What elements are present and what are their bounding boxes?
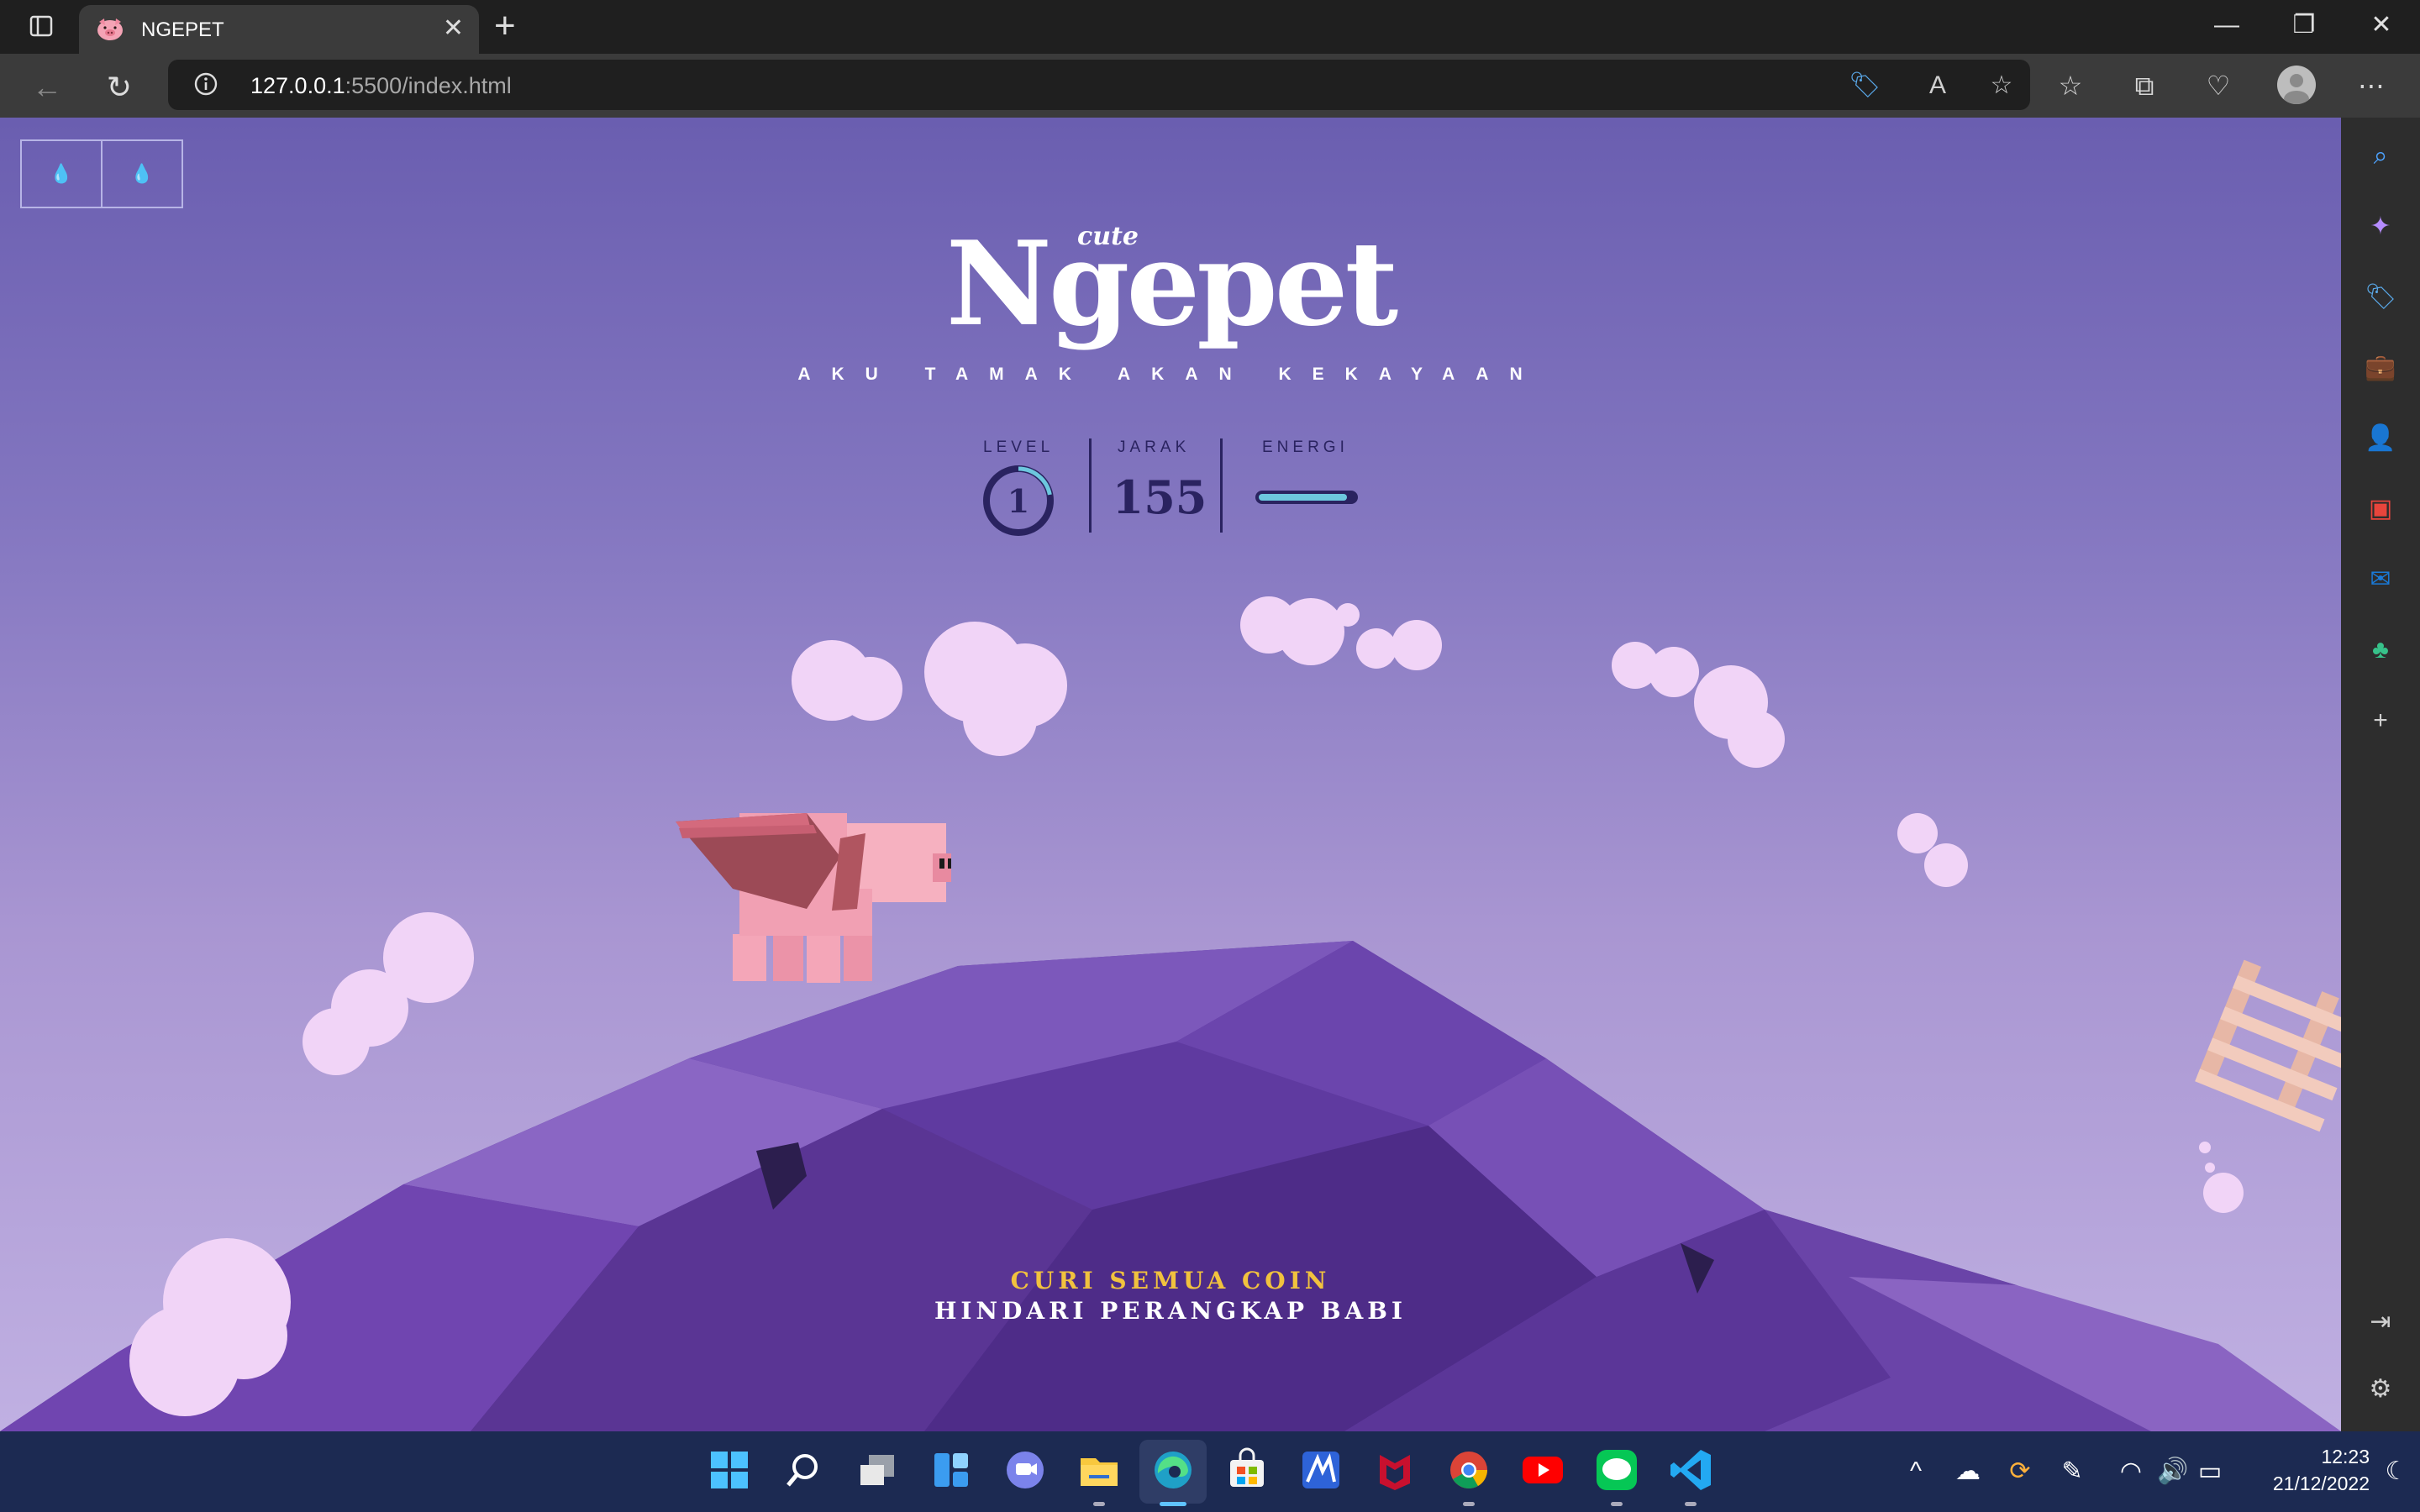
clock-time: 12:23 [2321,1446,2370,1467]
edge-browser-icon[interactable] [1150,1446,1197,1494]
running-indicator [1093,1502,1105,1506]
tab-actions-icon[interactable] [29,13,54,39]
drop-slot-1[interactable]: 💧 [22,141,103,207]
hud-separator [1220,438,1223,533]
hud-separator [1089,438,1092,533]
tab-close-button[interactable]: ✕ [443,15,464,42]
energy-bar-fill [1259,494,1347,501]
youtube-icon[interactable] [1519,1446,1566,1494]
instruction-line-2: HINDARI PERANGKAP BABI [934,1297,1407,1325]
water-drop-icon: 💧 [50,163,73,184]
copilot-sparkle-icon[interactable]: ✦ [2364,210,2397,244]
minimize-button[interactable]: — [2202,8,2252,42]
sidebar-settings-gear-icon[interactable]: ⚙ [2364,1373,2397,1406]
browser-title-bar: NGEPET ✕ + — ❐ ✕ [0,0,2420,54]
battery-icon[interactable]: ▭ [2191,1455,2228,1488]
volume-icon[interactable]: 🔊 [2154,1455,2191,1488]
file-explorer-icon[interactable] [1076,1446,1123,1494]
profile-avatar[interactable] [2277,66,2316,104]
app-maker-icon[interactable] [1297,1446,1344,1494]
wifi-icon[interactable]: ◠ [2112,1455,2149,1488]
microsoft-store-icon[interactable] [1223,1446,1270,1494]
search-icon[interactable]: ⌕ [2364,139,2397,173]
taskbar-search-icon[interactable] [780,1446,827,1494]
running-indicator [1611,1502,1623,1506]
ladder-trap [2195,959,2341,1132]
outlook-icon[interactable]: ✉ [2364,563,2397,596]
browser-essentials-icon[interactable]: ♡ [2202,69,2235,102]
url-path: :5500/index.html [345,73,512,98]
add-favorite-icon[interactable]: ☆ [1986,71,2017,100]
running-indicator [1463,1502,1475,1506]
water-drop-icon: 💧 [130,163,154,184]
favorites-icon[interactable]: ☆ [2054,69,2087,102]
address-bar[interactable]: 127.0.0.1:5500/index.html 🏷 A ☆ [168,60,2030,110]
onedrive-cloud-icon[interactable]: ☁ [1949,1455,1986,1488]
clock-date: 21/12/2022 [2272,1473,2370,1494]
url-host: 127.0.0.1 [250,73,345,98]
line-app-icon[interactable] [1593,1446,1640,1494]
tab-title: NGEPET [141,18,224,41]
do-not-disturb-moon-icon[interactable]: ☾ [2378,1455,2415,1488]
widgets-icon[interactable] [928,1446,975,1494]
game-viewport[interactable]: 💧 💧 Ngepet cute AKU TAMAK AKAN KEKAYAAN … [0,118,2341,1431]
distance-value: 155 [1112,470,1207,524]
shopping-tag-icon[interactable]: 🏷 [2364,281,2397,314]
top-left-control-box: 💧 💧 [20,139,183,208]
flying-pig-character [676,813,951,983]
system-clock[interactable]: 12:23 21/12/2022 [2244,1443,2370,1497]
game-title-small: cute [1077,222,1139,251]
pig-favicon-icon [97,18,123,40]
cloud [302,912,474,1075]
level-value: 1 [1007,482,1029,520]
cloud [1240,596,1442,670]
game-title: Ngepet [945,215,1398,352]
cloud [1612,642,1785,768]
new-tab-button[interactable]: + [494,7,516,45]
vscode-icon[interactable] [1667,1446,1714,1494]
restore-button[interactable]: ❐ [2279,8,2329,42]
mcafee-icon[interactable] [1371,1446,1418,1494]
teams-chat-icon[interactable] [1002,1446,1049,1494]
windows-taskbar: ^ ☁ ⟳ ✎ ◠ 🔊 ▭ 12:23 21/12/2022 ☾ [0,1431,2420,1512]
game-tagline: AKU TAMAK AKAN KEKAYAAN [797,365,1544,384]
pen-menu-icon[interactable]: ✎ [2054,1455,2091,1488]
coupon-tag-icon[interactable]: 🏷 [1849,71,1881,100]
refresh-icon[interactable]: ↻ [101,69,138,106]
running-indicator [1685,1502,1697,1506]
add-sidebar-app-icon[interactable]: + [2364,704,2397,738]
energy-bar [1255,491,1358,504]
level-label: LEVEL [983,438,1055,456]
sync-update-icon[interactable]: ⟳ [2002,1455,2039,1488]
close-window-button[interactable]: ✕ [2356,8,2407,42]
instruction-line-1: CURI SEMUA COIN [1010,1267,1331,1294]
active-app-indicator [1160,1502,1186,1506]
cloud [2199,1142,2244,1213]
browser-tab-active[interactable]: NGEPET ✕ [79,5,479,54]
level-ring: 1 [983,465,1054,536]
sidebar-collapse-icon[interactable]: ⇥ [2364,1305,2397,1339]
collections-icon[interactable]: ⧉ [2128,69,2161,102]
office-icon[interactable]: ▣ [2364,492,2397,526]
windows-start-icon[interactable] [706,1446,753,1494]
tools-briefcase-icon[interactable]: 💼 [2364,351,2397,385]
distance-label: JARAK [1118,438,1191,456]
address-url[interactable]: 127.0.0.1:5500/index.html [250,73,512,99]
profile-person-icon [2284,74,2309,104]
chrome-icon[interactable] [1445,1446,1492,1494]
energy-label: ENERGI [1262,438,1349,456]
back-arrow-icon[interactable]: ← [29,69,66,106]
drop-slot-2[interactable]: 💧 [103,141,182,207]
edge-sidebar: ⌕ ✦ 🏷 💼 👤 ▣ ✉ ♣ + ⇥ ⚙ [2341,118,2420,1431]
read-aloud-icon[interactable]: A [1923,71,1953,100]
drop-tree-icon[interactable]: ♣ [2364,633,2397,667]
task-view-icon[interactable] [854,1446,901,1494]
cloud [792,622,1067,756]
cloud [1897,813,1968,887]
show-hidden-icons-chevron-icon[interactable]: ^ [1897,1455,1934,1488]
games-icon[interactable]: 👤 [2364,422,2397,455]
settings-more-icon[interactable]: ⋯ [2354,69,2388,102]
site-info-icon[interactable] [193,71,218,97]
